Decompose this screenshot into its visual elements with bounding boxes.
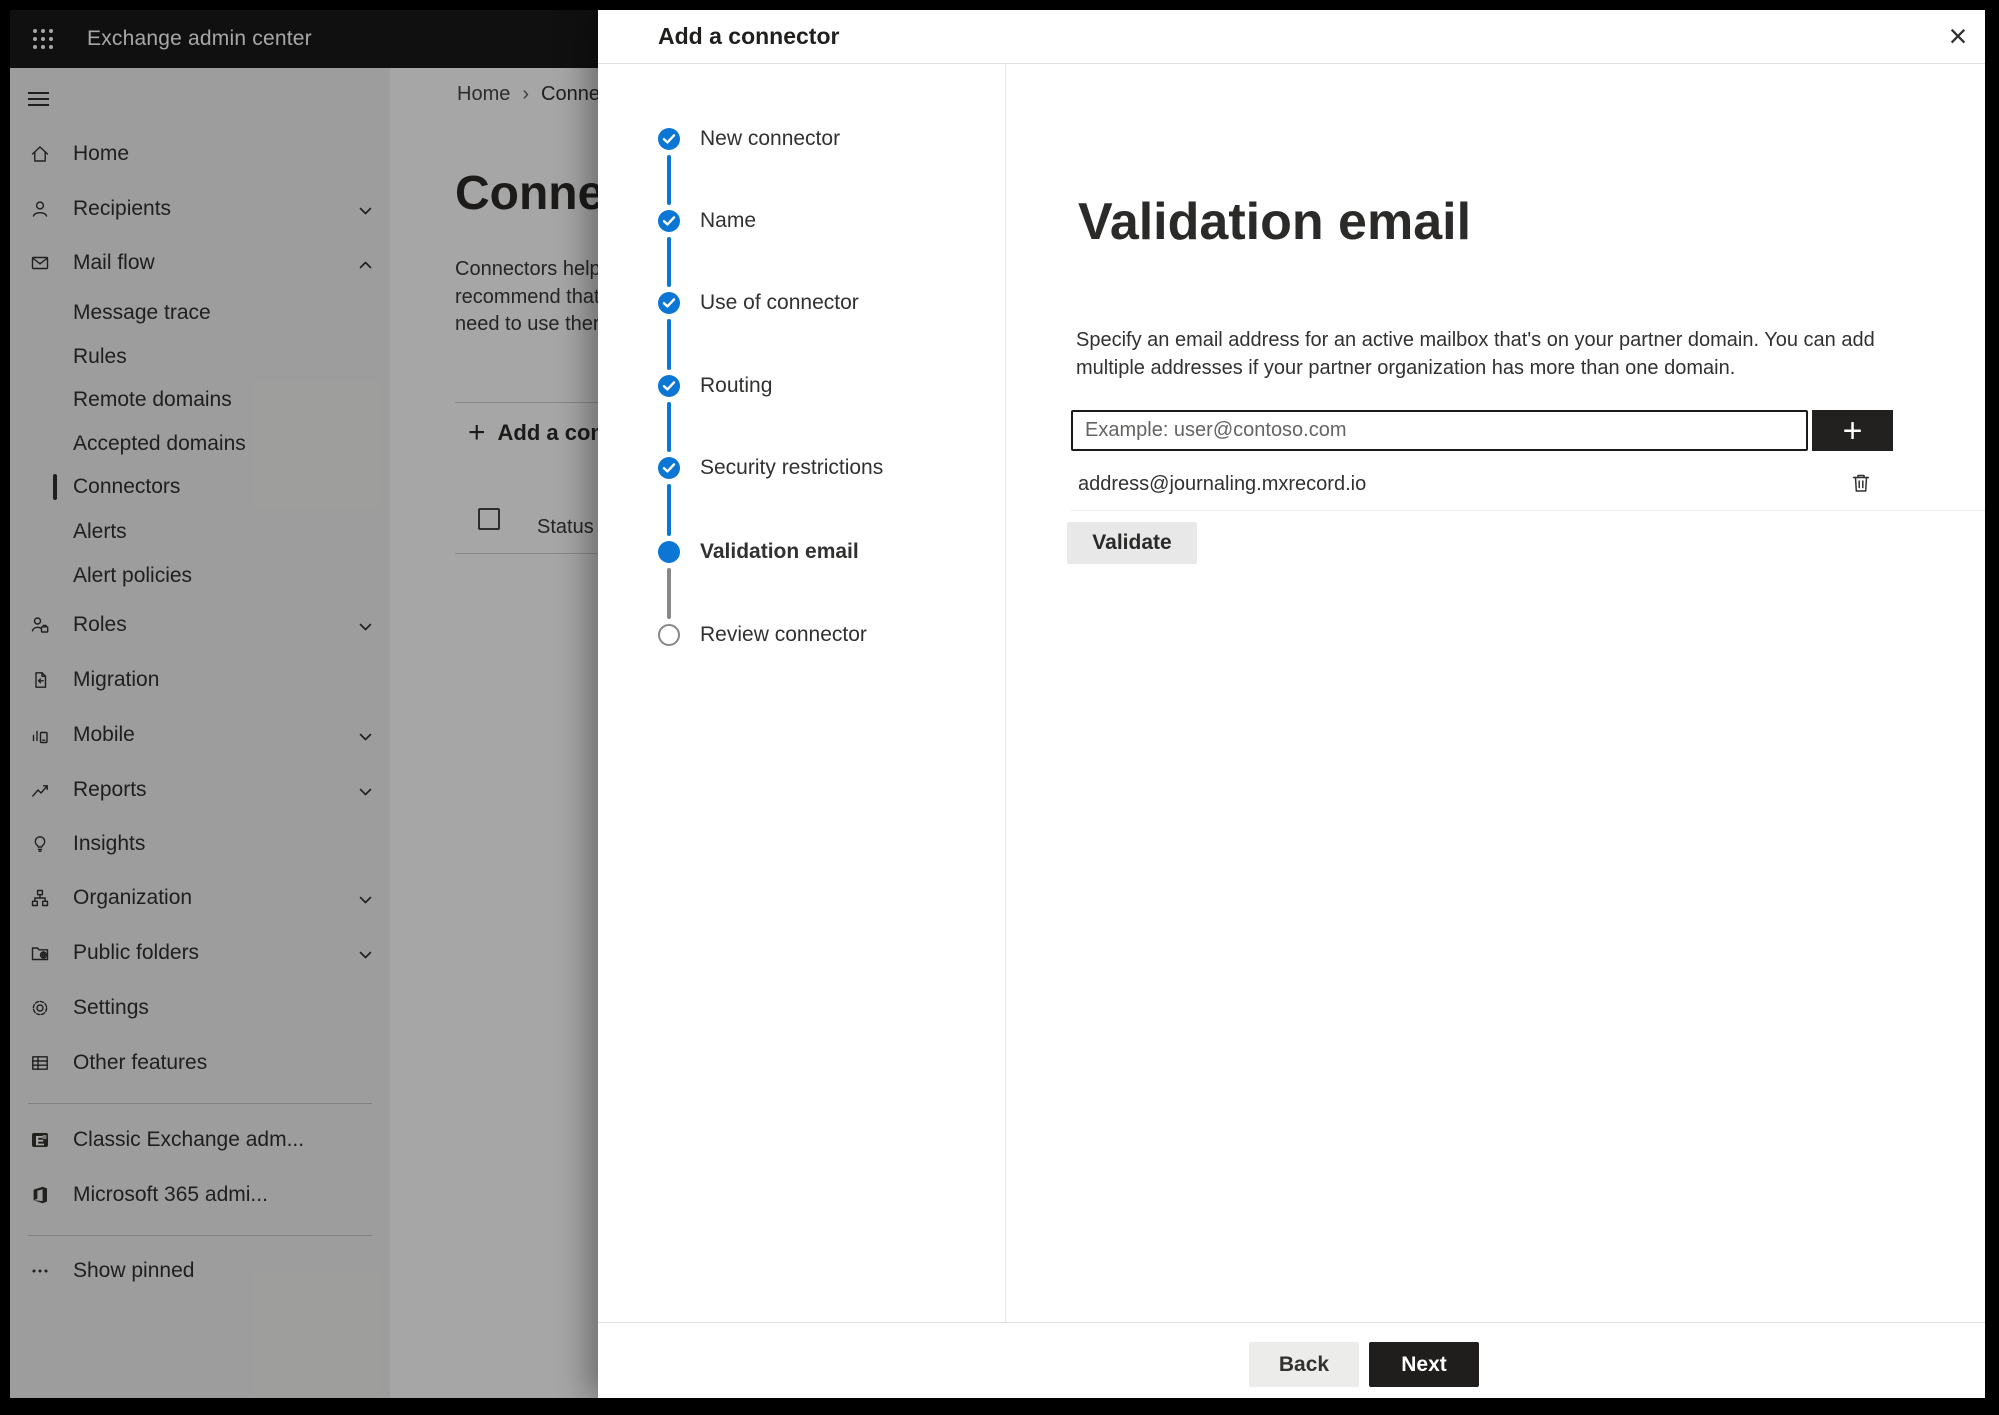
divider — [1005, 64, 1006, 1322]
divider — [598, 1322, 1985, 1323]
step-routing[interactable]: Routing — [598, 364, 998, 408]
step-validation-email[interactable]: Validation email — [598, 530, 998, 574]
wizard-heading: Validation email — [1078, 193, 1472, 251]
address-email: address@journaling.mxrecord.io — [1078, 473, 1367, 495]
step-connector-line — [667, 319, 671, 370]
back-button[interactable]: Back — [1249, 1342, 1359, 1387]
step-check-icon — [658, 292, 680, 314]
validate-button[interactable]: Validate — [1067, 522, 1197, 564]
step-name[interactable]: Name — [598, 199, 998, 243]
step-check-icon — [658, 128, 680, 150]
step-connector-line — [667, 568, 671, 619]
step-use-of-connector[interactable]: Use of connector — [598, 281, 998, 325]
add-email-button[interactable]: + — [1812, 410, 1893, 451]
divider — [1071, 510, 1985, 511]
step-connector-line — [667, 402, 671, 452]
step-security-restrictions[interactable]: Security restrictions — [598, 446, 998, 490]
next-button[interactable]: Next — [1369, 1342, 1479, 1387]
step-connector-line — [667, 484, 671, 536]
step-check-icon — [658, 375, 680, 397]
divider — [598, 63, 1985, 64]
step-check-icon — [658, 457, 680, 479]
add-connector-panel: Add a connector × New connector Name Use… — [598, 10, 1985, 1398]
step-active-dot — [658, 541, 680, 563]
step-connector-line — [667, 237, 671, 287]
step-new-connector[interactable]: New connector — [598, 117, 998, 161]
step-connector-line — [667, 155, 671, 205]
address-list-item: address@journaling.mxrecord.io — [1071, 462, 1985, 506]
step-upcoming-dot — [658, 624, 680, 646]
close-icon[interactable]: × — [1940, 18, 1976, 54]
step-check-icon — [658, 210, 680, 232]
screen: Exchange admin center Home Recipients Ma… — [10, 10, 1985, 1398]
panel-title: Add a connector — [658, 23, 840, 49]
wizard-description: Specify an email address for an active m… — [1076, 329, 1875, 379]
validation-email-input[interactable] — [1071, 410, 1808, 451]
trash-icon[interactable] — [1844, 467, 1878, 501]
step-review-connector[interactable]: Review connector — [598, 613, 998, 657]
